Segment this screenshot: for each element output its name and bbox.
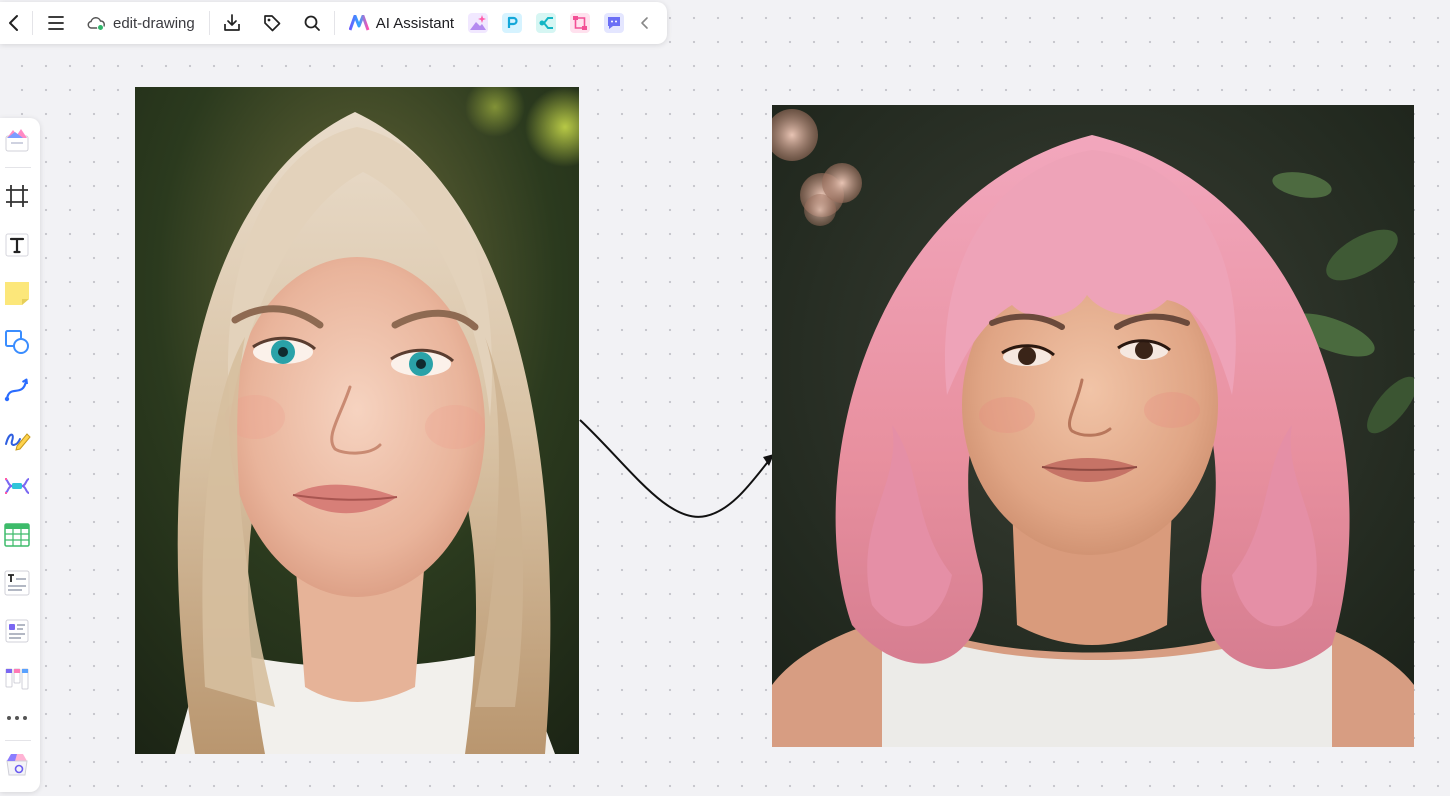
document-title[interactable]: edit-drawing [113,15,195,32]
frame-tool[interactable] [2,181,32,211]
shape-tool[interactable] [2,327,32,357]
cloud-sync-icon [87,17,105,31]
kanban-tool[interactable] [2,664,32,694]
template-tool[interactable] [2,125,32,155]
search-button[interactable] [292,2,332,44]
image-generate-app[interactable] [468,13,489,33]
tag-button[interactable] [252,2,292,44]
download-button[interactable] [212,2,252,44]
flowchart-app[interactable] [570,13,591,33]
toolbar-divider [32,11,33,35]
sticky-note-tool[interactable] [2,278,32,308]
portrait-illustration [135,87,579,754]
mind-map-icon [4,478,30,494]
table-icon [4,523,30,547]
collapse-toolbar-button[interactable] [635,2,655,44]
cloud-sync-status[interactable] [85,2,107,44]
connector-tool[interactable] [2,375,32,405]
left-toolbar [0,118,40,792]
pen-tool[interactable] [2,423,32,453]
app-store-icon [6,754,28,776]
card-tool[interactable] [2,616,32,646]
presentation-app[interactable] [502,13,523,33]
menu-button[interactable] [35,2,77,44]
text-block-tool[interactable] [2,568,32,598]
mindmap-app-icon [539,17,554,29]
mindmap-tool[interactable] [2,471,32,501]
top-toolbar: edit-drawing AI Assistant [0,2,667,44]
toolbar-divider [333,11,335,35]
ai-assistant-button[interactable]: AI Assistant [337,2,462,44]
toolbar-divider [5,167,31,168]
search-icon [304,15,320,31]
menu-icon [48,16,64,30]
frame-icon [6,185,28,207]
connector-line-icon [4,378,28,402]
curved-arrow-connector[interactable] [578,410,778,525]
app-store-button[interactable] [2,750,32,780]
more-icon [7,716,27,720]
table-tool[interactable] [2,520,32,550]
original-portrait-image[interactable] [135,87,579,754]
mindmap-app[interactable] [536,13,557,33]
pen-icon [5,433,31,451]
text-tool[interactable] [2,230,32,260]
list-card-icon [5,619,29,643]
text-block-icon [4,570,30,596]
sticky-note-icon [5,282,29,305]
text-icon [5,233,29,257]
kanban-icon [5,668,29,690]
ai-assistant-label: AI Assistant [375,14,455,32]
flowchart-app-icon [573,16,588,30]
portrait-illustration [772,105,1414,747]
chat-app-icon [608,17,621,29]
presentation-app-icon [507,16,518,28]
download-icon [223,14,240,31]
tag-icon [263,15,281,32]
back-icon [9,15,18,31]
image-generate-icon [470,15,487,30]
edited-portrait-image[interactable] [772,105,1414,747]
shapes-icon [5,330,29,354]
toolbar-divider [208,11,210,35]
collapse-chevron-icon [641,17,648,29]
ai-logo-icon [348,15,370,31]
toolbar-divider [5,740,31,741]
more-tools-button[interactable] [2,703,32,733]
chat-app[interactable] [604,13,625,33]
back-button[interactable] [0,2,30,44]
template-icon [5,129,29,152]
